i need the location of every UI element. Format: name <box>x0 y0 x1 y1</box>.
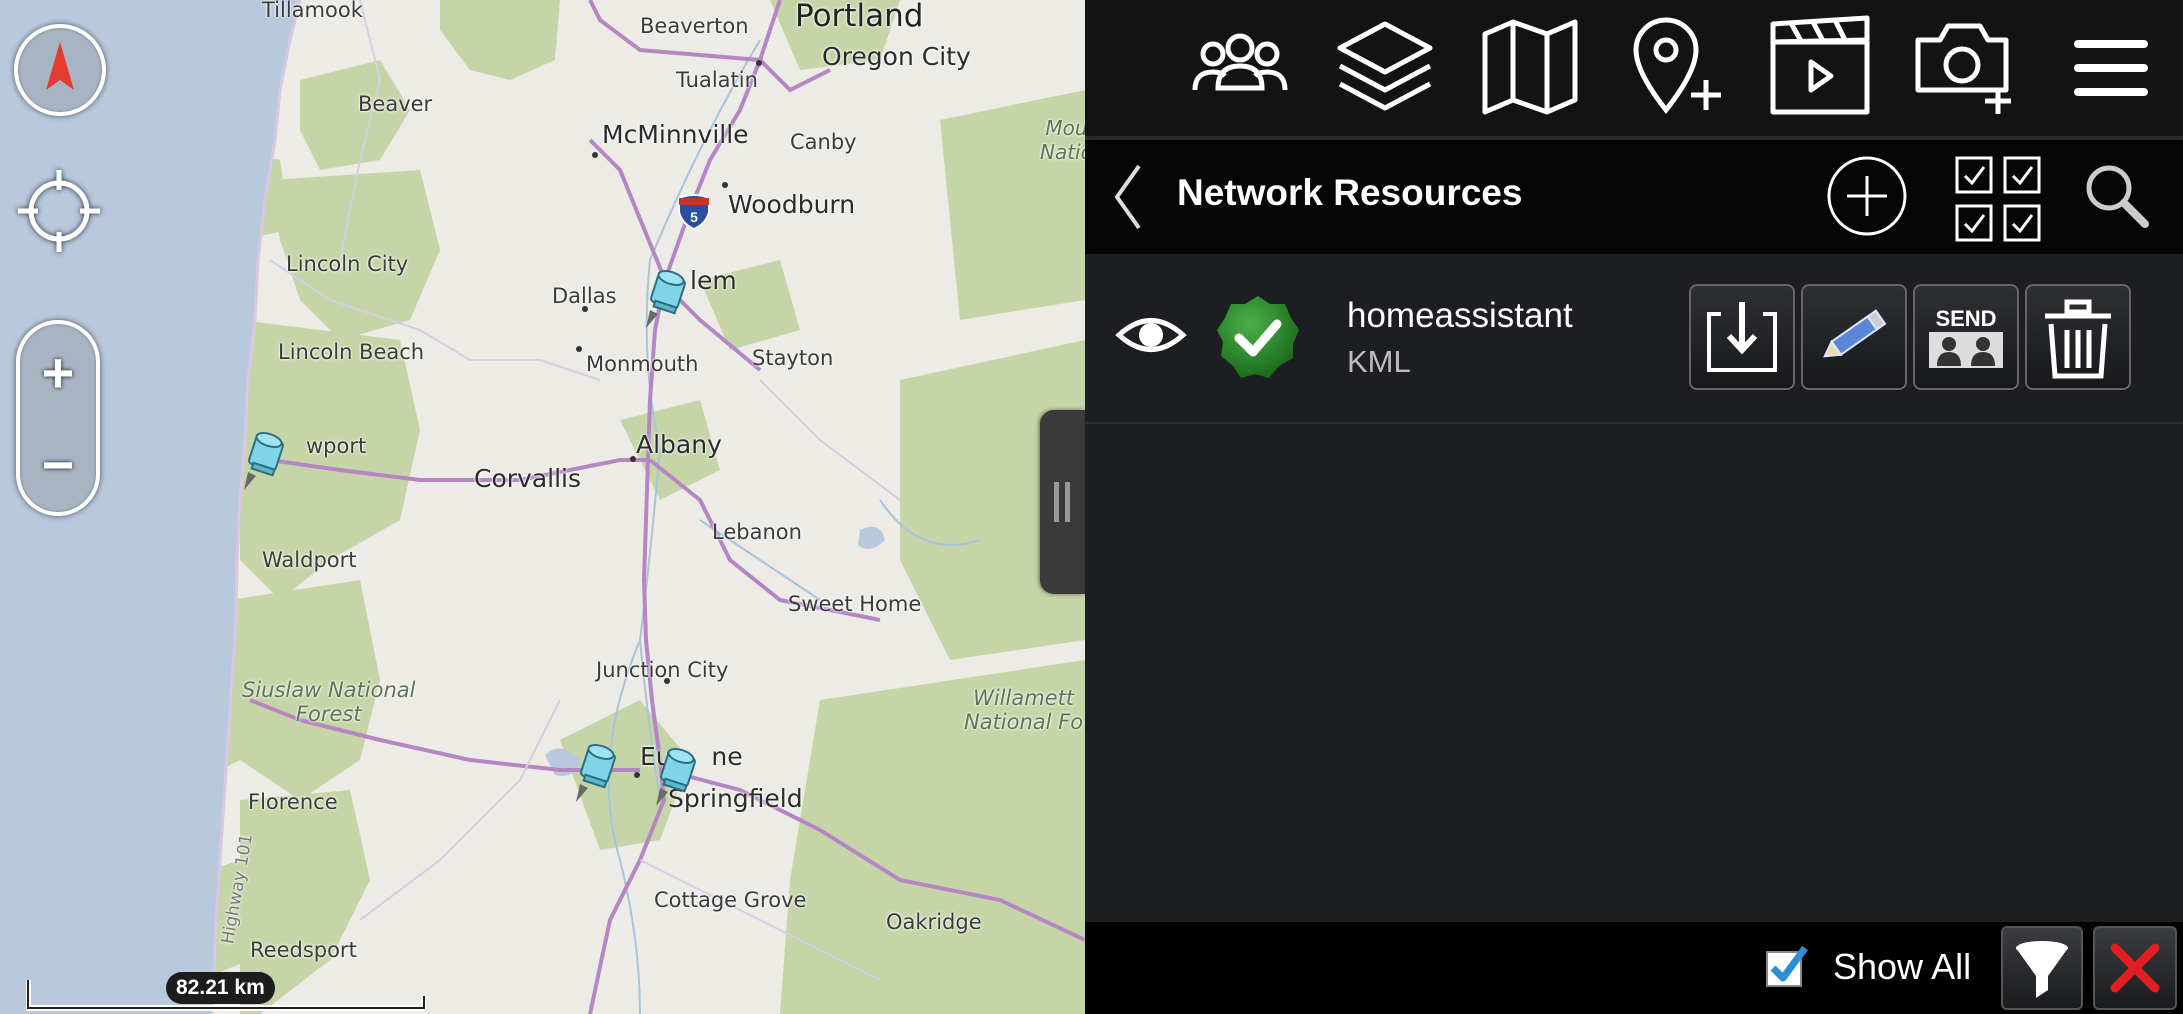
placemark-pin-icon[interactable] <box>654 748 698 808</box>
show-all-checkbox[interactable] <box>1765 944 1809 988</box>
panel-footer: Show All <box>1085 922 2183 1014</box>
video-icon[interactable] <box>1765 10 1875 120</box>
city-label-woodburn: Woodburn <box>728 190 856 219</box>
multi-select-icon[interactable] <box>1953 154 2043 244</box>
filter-button[interactable] <box>2001 926 2083 1010</box>
city-label-lincoln-city: Lincoln City <box>286 252 409 276</box>
city-label-lebanon: Lebanon <box>712 520 802 544</box>
close-button[interactable] <box>2093 926 2177 1010</box>
layers-icon[interactable] <box>1330 10 1440 120</box>
city-label-oregon-city: Oregon City <box>822 42 971 71</box>
contacts-icon[interactable] <box>1185 10 1295 120</box>
map-view[interactable]: Tillamook Beaverton Portland Oregon City… <box>0 0 1085 1014</box>
status-ok-icon <box>1217 296 1299 378</box>
city-label-albany: Albany <box>636 430 722 459</box>
crosshair-icon <box>18 170 100 252</box>
park-label-siuslaw: Siuslaw National Forest <box>242 678 416 726</box>
send-icon: SEND <box>1929 306 2003 368</box>
north-arrow-icon <box>46 42 74 90</box>
panel-header: Network Resources <box>1085 140 2183 254</box>
svg-text:SEND: SEND <box>1935 306 1996 331</box>
city-label-newport: wport <box>306 434 367 458</box>
send-button[interactable]: SEND <box>1913 284 2019 390</box>
trash-icon <box>2045 299 2111 379</box>
city-label-beaver: Beaver <box>358 92 433 116</box>
delete-button[interactable] <box>2025 284 2131 390</box>
park-label-willamette: Willamett National Fo <box>964 686 1084 734</box>
back-chevron-icon[interactable] <box>1107 162 1147 232</box>
city-label-mcminnville: McMinnville <box>602 120 749 149</box>
city-label-oakridge: Oakridge <box>886 910 982 934</box>
city-label-dallas: Dallas <box>552 284 617 308</box>
map-basemap <box>0 0 1085 1014</box>
add-resource-button[interactable] <box>1825 154 1909 238</box>
placemark-pin-icon[interactable] <box>574 744 618 804</box>
visibility-eye-icon[interactable] <box>1115 304 1187 366</box>
show-all-label: Show All <box>1833 946 1972 987</box>
search-icon[interactable] <box>2081 160 2151 230</box>
city-label-salem: lem <box>690 266 737 295</box>
resource-type: KML <box>1347 344 1411 379</box>
city-label-sweet-home: Sweet Home <box>788 592 922 616</box>
city-label-canby: Canby <box>790 130 857 154</box>
close-icon <box>2110 943 2160 993</box>
menu-icon[interactable] <box>2060 10 2170 120</box>
filter-icon <box>2016 941 2068 998</box>
city-label-waldport: Waldport <box>262 548 357 572</box>
camera-icon[interactable] <box>1910 10 2020 120</box>
compass-button[interactable] <box>14 24 106 116</box>
zoom-out-button[interactable]: − <box>20 420 96 510</box>
zoom-control: + − <box>16 320 100 516</box>
city-label-portland: Portland <box>795 0 924 34</box>
page-title: Network Resources <box>1177 172 1523 213</box>
zoom-in-button[interactable]: + <box>20 328 96 418</box>
city-label-monmouth: Monmouth <box>586 352 699 376</box>
city-label-lincoln-beach: Lincoln Beach <box>278 340 425 364</box>
pencil-icon <box>1823 309 1887 358</box>
city-label-florence: Florence <box>248 790 338 814</box>
map-icon[interactable] <box>1475 10 1585 120</box>
placemark-pin-icon[interactable] <box>242 432 286 492</box>
side-panel: Network Resources homeassistant KML SEND… <box>1085 0 2183 1014</box>
download-button[interactable] <box>1689 284 1795 390</box>
svg-text:5: 5 <box>690 209 698 225</box>
placemark-pin-icon[interactable] <box>644 270 688 330</box>
city-label-beaverton: Beaverton <box>640 14 749 38</box>
city-label-tualatin: Tualatin <box>676 68 758 92</box>
add-marker-icon[interactable] <box>1620 10 1730 120</box>
resource-name: homeassistant <box>1347 296 1573 335</box>
download-icon <box>1707 302 1777 372</box>
interstate-shield-icon: 5 <box>678 194 710 230</box>
drag-grip-icon <box>1054 482 1070 522</box>
city-label-reedsport: Reedsport <box>250 938 357 962</box>
my-location-button[interactable] <box>16 168 102 254</box>
city-label-junction-city: Junction City <box>596 658 729 682</box>
scale-label: 82.21 km <box>166 972 275 1004</box>
panel-drag-handle[interactable] <box>1040 410 1085 594</box>
city-label-stayton: Stayton <box>752 346 834 370</box>
park-label-mt-hood: Mou Natio <box>1040 116 1085 164</box>
top-toolbar <box>1085 0 2183 140</box>
edit-button[interactable] <box>1801 284 1907 390</box>
city-label-cottage-grove: Cottage Grove <box>654 888 807 912</box>
resource-list-item[interactable]: homeassistant KML SEND <box>1085 254 2183 424</box>
city-label-corvallis: Corvallis <box>474 464 582 493</box>
city-label-tillamook: Tillamook <box>262 0 363 22</box>
